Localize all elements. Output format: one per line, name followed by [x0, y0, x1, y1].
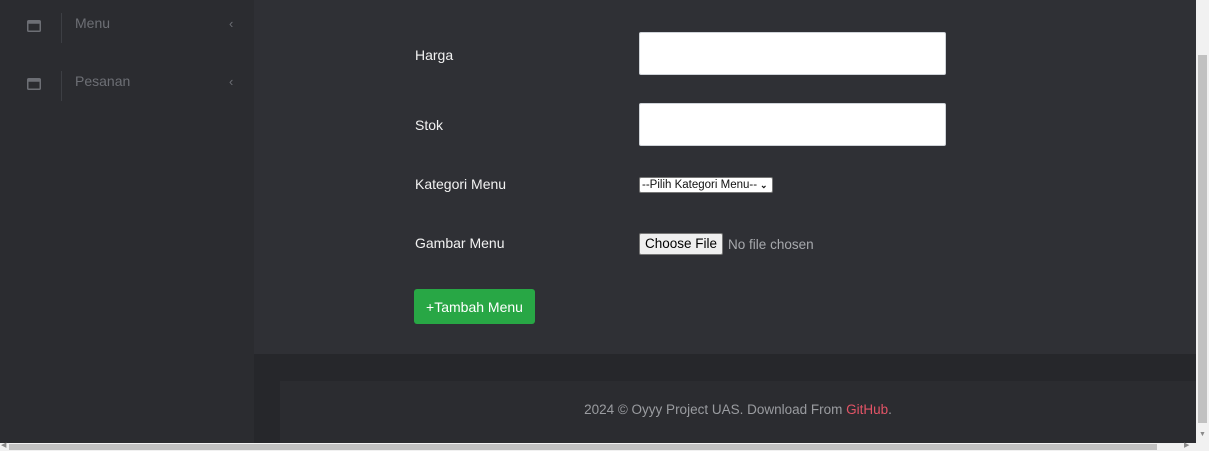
- sidebar-item-label: Pesanan: [75, 73, 131, 89]
- scroll-left-arrow-icon[interactable]: ◀: [1, 441, 6, 449]
- app-viewport: Menu ‹ Pesanan ‹ Harga Stok Kategori Men…: [0, 0, 1196, 443]
- window-icon: [27, 77, 41, 90]
- chevron-left-icon: ‹: [229, 74, 234, 89]
- sidebar: Menu ‹ Pesanan ‹: [0, 0, 254, 443]
- harga-input[interactable]: [639, 32, 946, 75]
- sidebar-divider: [61, 13, 62, 43]
- kategori-select[interactable]: --Pilih Kategori Menu-- ⌄: [639, 177, 773, 193]
- scroll-down-arrow-icon[interactable]: ▼: [1199, 431, 1206, 438]
- stok-input[interactable]: [639, 103, 946, 146]
- horizontal-scrollbar[interactable]: ◀ ▶: [0, 441, 1196, 451]
- sidebar-item-label: Menu: [75, 15, 111, 31]
- harga-label: Harga: [415, 47, 454, 63]
- stok-label: Stok: [415, 117, 444, 133]
- gambar-file-input: Choose File No file chosen: [639, 233, 814, 255]
- gambar-label: Gambar Menu: [415, 235, 505, 251]
- chevron-left-icon: ‹: [229, 16, 234, 31]
- main-content: Harga Stok Kategori Menu --Pilih Kategor…: [254, 0, 1196, 354]
- tambah-menu-button[interactable]: +Tambah Menu: [414, 289, 535, 324]
- horizontal-scrollbar-thumb[interactable]: [9, 444, 1157, 450]
- footer-suffix: .: [888, 402, 892, 417]
- footer: 2024 © Oyyy Project UAS. Download From G…: [280, 381, 1196, 443]
- kategori-selected-value: --Pilih Kategori Menu--: [642, 179, 758, 191]
- window-icon: [27, 19, 41, 32]
- scroll-right-arrow-icon[interactable]: ▶: [1184, 441, 1189, 449]
- github-link[interactable]: GitHub: [846, 402, 888, 417]
- chevron-down-icon: ⌄: [760, 180, 768, 190]
- sidebar-divider: [61, 71, 62, 101]
- choose-file-button[interactable]: Choose File: [639, 233, 724, 255]
- sidebar-item-menu[interactable]: Menu ‹: [0, 13, 254, 55]
- vertical-scrollbar[interactable]: ▼: [1196, 0, 1209, 443]
- vertical-scrollbar-thumb[interactable]: [1198, 55, 1207, 423]
- sidebar-item-pesanan[interactable]: Pesanan ‹: [0, 71, 254, 113]
- file-status: No file chosen: [728, 236, 814, 252]
- footer-text: 2024 © Oyyy Project UAS. Download From: [584, 402, 847, 417]
- kategori-label: Kategori Menu: [415, 176, 507, 192]
